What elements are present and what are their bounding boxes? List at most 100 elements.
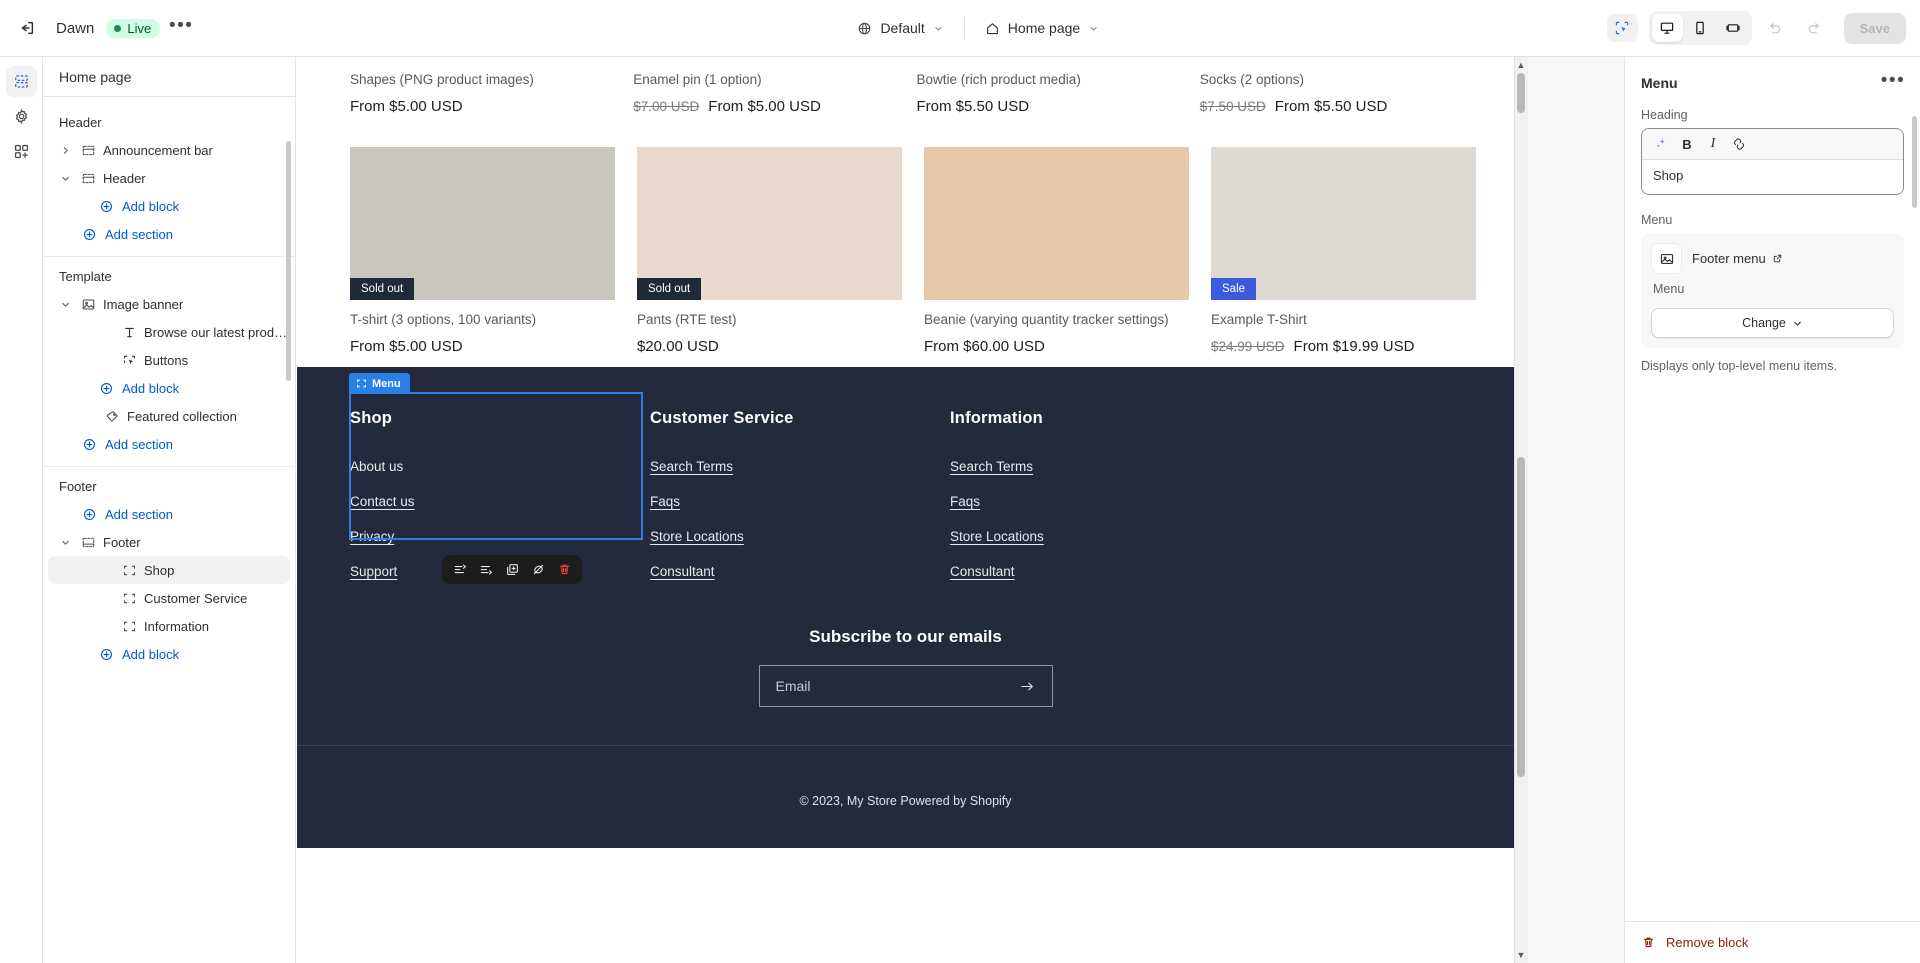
sidebar-item-browse-our-latest-products[interactable]: Browse our latest products xyxy=(48,318,290,346)
link-icon[interactable] xyxy=(1727,132,1751,156)
footer-link[interactable]: Search Terms xyxy=(650,459,950,474)
copyright: © 2023, My Store Powered by Shopify xyxy=(799,794,1012,808)
menu-card-name[interactable]: Footer menu xyxy=(1692,251,1783,266)
settings-more-button[interactable]: ••• xyxy=(1880,70,1906,96)
product-price: From $5.00 USD xyxy=(350,98,463,116)
image-placeholder-icon xyxy=(1651,243,1682,274)
chevron-down-icon[interactable] xyxy=(57,537,73,548)
locale-selector[interactable]: Default xyxy=(847,14,953,42)
mobile-icon[interactable] xyxy=(1685,14,1716,42)
move-up-icon[interactable] xyxy=(448,558,472,582)
locale-value: Default xyxy=(880,20,925,36)
sidebar-add-section-button[interactable]: Add section xyxy=(48,430,290,458)
move-down-icon[interactable] xyxy=(474,558,498,582)
sidebar-item-header[interactable]: Header xyxy=(48,164,290,192)
sidebar-item-information[interactable]: Information xyxy=(48,612,290,640)
page-selector[interactable]: Home page xyxy=(975,14,1109,42)
heading-input[interactable]: Shop xyxy=(1642,160,1903,194)
bold-icon[interactable]: B xyxy=(1675,132,1699,156)
exit-icon[interactable] xyxy=(10,11,44,45)
sidebar-item-customer-service[interactable]: Customer Service xyxy=(48,584,290,612)
sidebar-add-section-button[interactable]: Add section xyxy=(48,500,290,528)
product-image[interactable]: Sold out xyxy=(350,147,615,301)
sidebar-item-footer[interactable]: Footer xyxy=(48,528,290,556)
preview-scrollbar[interactable]: ▲ ▼ xyxy=(1514,57,1528,963)
sidebar-item-announcement-bar[interactable]: Announcement bar xyxy=(48,136,290,164)
sidebar-add-section-button[interactable]: Add section xyxy=(48,220,290,248)
desktop-icon[interactable] xyxy=(1651,14,1683,42)
product-image[interactable]: Sold out xyxy=(637,147,902,301)
change-menu-button[interactable]: Change xyxy=(1651,308,1894,338)
gear-icon[interactable] xyxy=(6,101,37,132)
sidebar-add-block-button[interactable]: Add block xyxy=(48,374,290,402)
footer-link[interactable]: Consultant xyxy=(650,564,950,579)
globe-icon xyxy=(859,22,871,34)
footer-link[interactable]: Faqs xyxy=(650,494,950,509)
settings-panel: Menu ••• Heading B I Shop Menu Footer me… xyxy=(1624,57,1920,963)
menu-card-name-text: Footer menu xyxy=(1692,251,1766,266)
chevron-down-icon xyxy=(1794,321,1801,326)
preview-scroll-thumb[interactable] xyxy=(1517,457,1525,777)
sidebar-item-shop[interactable]: Shop xyxy=(48,556,290,584)
sidebar-item-label: Add block xyxy=(122,380,180,396)
product-image[interactable]: Sale xyxy=(1211,147,1476,301)
settings-scrollbar-thumb[interactable] xyxy=(1912,116,1917,208)
sidebar-item-image-banner[interactable]: Image banner xyxy=(48,290,290,318)
chevron-down-icon[interactable] xyxy=(57,173,73,184)
product-image[interactable] xyxy=(924,147,1189,301)
footer-link[interactable]: Store Locations xyxy=(950,529,1250,544)
product-card[interactable]: Sold out Pants (RTE test) $20.00 USD xyxy=(637,147,902,355)
sidebar-add-block-button[interactable]: Add block xyxy=(48,640,290,668)
preview-scroll-thumb-top[interactable] xyxy=(1517,73,1525,113)
product-card[interactable]: Sold out T-shirt (3 options, 100 variant… xyxy=(350,147,615,355)
footer-link[interactable]: Search Terms xyxy=(950,459,1250,474)
remove-block-button[interactable]: Remove block xyxy=(1641,935,1904,950)
sidebar-add-block-button[interactable]: Add block xyxy=(48,192,290,220)
footer-link[interactable]: Faqs xyxy=(950,494,1250,509)
product-badge: Sale xyxy=(1211,278,1257,301)
product-card[interactable]: Enamel pin (1 option) $7.00 USD From $5.0… xyxy=(633,57,894,115)
sidebar-item-label: Shop xyxy=(144,562,175,578)
chevron-down-icon[interactable] xyxy=(57,299,73,310)
duplicate-icon[interactable] xyxy=(500,558,524,582)
email-field[interactable]: Email xyxy=(758,665,1053,707)
product-price: From $5.50 USD xyxy=(1274,98,1388,116)
footer-link[interactable]: Contact us xyxy=(350,494,650,509)
delete-icon[interactable] xyxy=(552,558,576,582)
sidebar-scrollbar-thumb[interactable] xyxy=(286,141,291,381)
product-card[interactable]: Beanie (varying quantity tracker setting… xyxy=(924,147,1189,355)
topbar-left: Dawn Live ••• xyxy=(0,11,350,45)
sidebar-item-featured-collection[interactable]: Featured collection xyxy=(48,402,290,430)
footer-link[interactable]: Consultant xyxy=(950,564,1250,579)
footer-menu-column[interactable]: Information Search Terms Faqs Store Locatio… xyxy=(950,409,1250,599)
product-card[interactable]: Sale Example T-Shirt $24.99 USD From $19.… xyxy=(1211,147,1476,355)
redo-icon[interactable] xyxy=(1798,11,1832,45)
product-card[interactable]: Bowtie (rich product media) From $5.50 U… xyxy=(917,57,1178,115)
italic-icon[interactable]: I xyxy=(1701,132,1725,156)
sidebar-item-label: Add section xyxy=(105,436,173,452)
footer-link[interactable]: Privacy xyxy=(350,529,650,544)
scroll-down-icon[interactable]: ▼ xyxy=(1516,949,1526,961)
fullwidth-icon[interactable] xyxy=(1718,14,1749,42)
save-button[interactable]: Save xyxy=(1843,12,1906,44)
hide-icon[interactable] xyxy=(526,558,550,582)
ai-sparkle-icon[interactable] xyxy=(1649,132,1673,156)
chevron-right-icon[interactable] xyxy=(57,145,73,156)
undo-icon[interactable] xyxy=(1758,11,1792,45)
sections-icon[interactable] xyxy=(5,66,37,97)
product-card[interactable]: Socks (2 options) $7.50 USD From $5.50 US… xyxy=(1200,57,1461,115)
footer-link[interactable]: Store Locations xyxy=(650,529,950,544)
product-title: Socks (2 options) xyxy=(1199,72,1305,87)
cursor-select-icon[interactable] xyxy=(1606,14,1638,42)
footer-link[interactable]: About us xyxy=(350,459,650,474)
product-card[interactable]: Shapes (PNG product images) From $5.00 U… xyxy=(350,57,611,115)
section-icon xyxy=(80,170,96,186)
footer-menu-column[interactable]: Customer Service Search Terms Faqs Store Lo… xyxy=(650,409,950,599)
apps-icon[interactable] xyxy=(6,136,37,167)
scroll-up-icon[interactable]: ▲ xyxy=(1516,59,1526,71)
sidebar-item-buttons[interactable]: Buttons xyxy=(48,346,290,374)
menu-picker-card: Footer menu Menu Change xyxy=(1641,233,1904,348)
theme-more-button[interactable]: ••• xyxy=(164,11,198,45)
sidebar-scrollbar-track[interactable] xyxy=(286,141,293,953)
arrow-right-icon xyxy=(1020,682,1033,690)
